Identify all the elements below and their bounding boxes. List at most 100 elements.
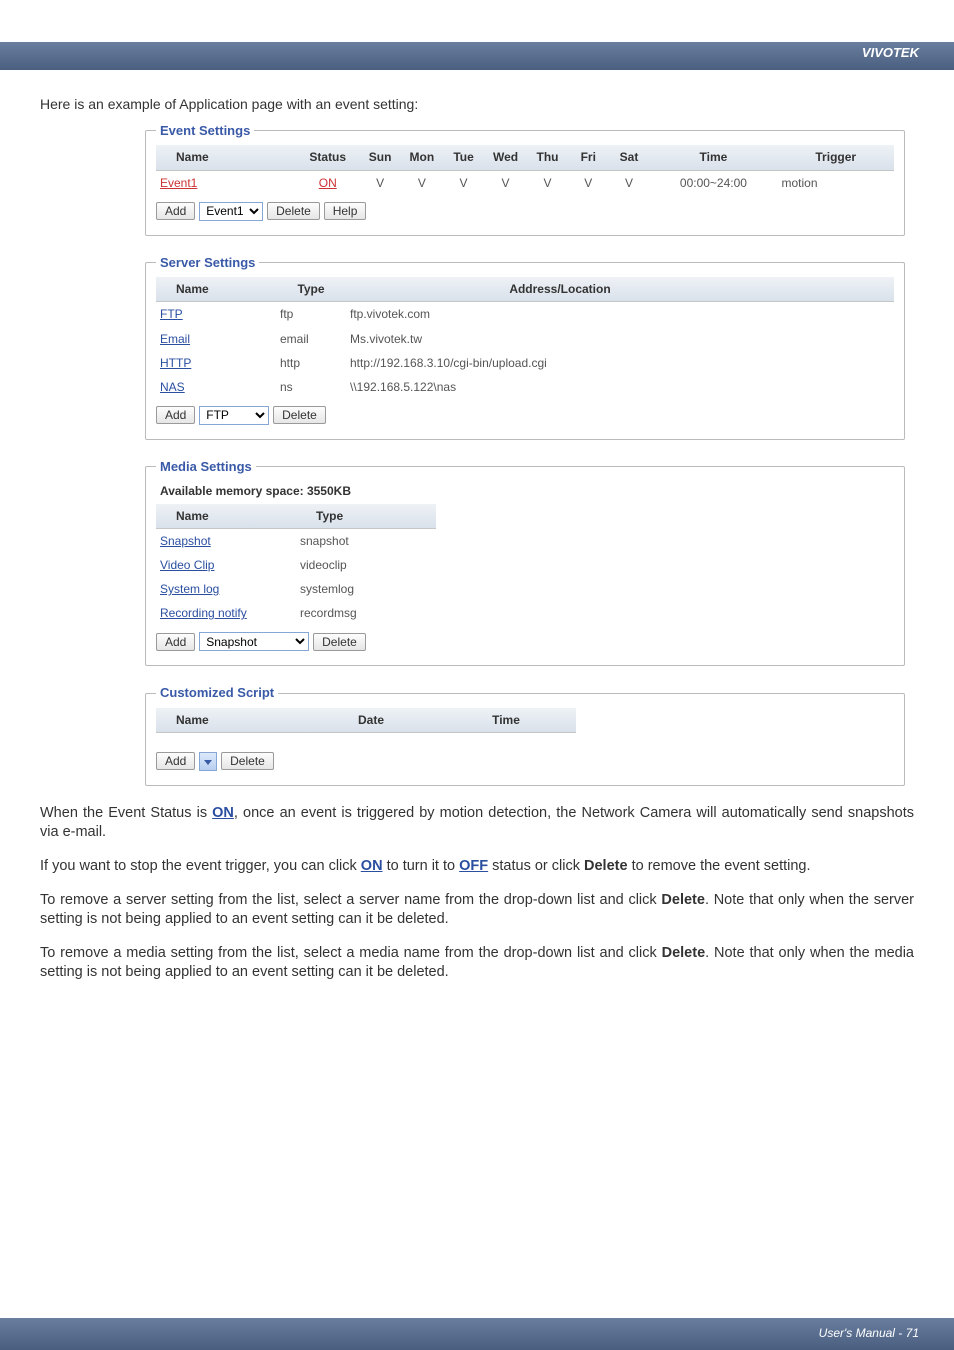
event-settings-fieldset: Event Settings Name Status Sun Mon Tue W… [145,122,905,236]
day-tue: V [443,170,484,195]
server-select[interactable]: FTP [199,406,269,425]
custom-script-legend: Customized Script [156,684,278,702]
media-row: Snapshot snapshot [156,528,436,553]
server-http-link[interactable]: HTTP [160,356,191,370]
event-help-button[interactable]: Help [324,202,367,220]
col-time: Time [649,145,777,170]
cs-delete-button[interactable]: Delete [221,752,274,770]
event-row: Event1 ON V V V V V V V 00:00~24:00 moti… [156,170,894,195]
col-trigger: Trigger [777,145,894,170]
intro-text: Here is an example of Application page w… [40,95,914,114]
day-mon: V [401,170,444,195]
server-row: Email email Ms.vivotek.tw [156,327,894,351]
event-select[interactable]: Event1 [199,202,263,221]
server-settings-legend: Server Settings [156,254,259,272]
brand-text: VIVOTEK [862,45,919,60]
media-memory-text: Available memory space: 3550KB [160,483,894,499]
col-wed: Wed [484,145,527,170]
server-add-button[interactable]: Add [156,406,195,424]
event-delete-button[interactable]: Delete [267,202,320,220]
day-thu: V [527,170,568,195]
media-snapshot-link[interactable]: Snapshot [160,534,211,548]
col-sun: Sun [360,145,401,170]
server-email-addr: Ms.vivotek.tw [346,327,774,351]
custom-script-fieldset: Customized Script Name Date Time Add Del… [145,684,905,786]
cs-add-button[interactable]: Add [156,752,195,770]
event-trigger: motion [777,170,894,195]
page-header: VIVOTEK [0,0,954,70]
col-fri: Fri [568,145,609,170]
server-col-type: Type [276,277,346,302]
col-mon: Mon [401,145,444,170]
media-row: System log systemlog [156,577,436,601]
server-email-link[interactable]: Email [160,332,190,346]
event-add-button[interactable]: Add [156,202,195,220]
media-delete-button[interactable]: Delete [313,633,366,651]
media-add-button[interactable]: Add [156,633,195,651]
custom-script-table: Name Date Time [156,708,576,733]
cs-select[interactable] [199,752,217,771]
server-http-addr: http://192.168.3.10/cgi-bin/upload.cgi [346,351,774,375]
event-table: Name Status Sun Mon Tue Wed Thu Fri Sat … [156,145,894,194]
paragraph-3: To remove a server setting from the list… [40,891,914,930]
media-videoclip-type: videoclip [296,553,436,577]
col-name: Name [156,145,296,170]
on-link: ON [212,805,234,821]
event-name-link[interactable]: Event1 [160,176,197,190]
server-table: Name Type Address/Location FTP ftp ftp.v… [156,277,894,399]
media-controls: Add Snapshot Delete [156,632,894,652]
media-row: Video Clip videoclip [156,553,436,577]
col-tue: Tue [443,145,484,170]
event-settings-legend: Event Settings [156,122,254,140]
day-wed: V [484,170,527,195]
media-settings-fieldset: Media Settings Available memory space: 3… [145,458,905,666]
day-fri: V [568,170,609,195]
server-settings-fieldset: Server Settings Name Type Address/Locati… [145,254,905,440]
server-ftp-type: ftp [276,302,346,327]
server-email-type: email [276,327,346,351]
day-sat: V [609,170,650,195]
event-controls: Add Event1 Delete Help [156,201,894,221]
server-col-addr: Address/Location [346,277,774,302]
footer-text: User's Manual - 71 [819,1326,919,1340]
col-sat: Sat [609,145,650,170]
server-nas-addr: \\192.168.5.122\nas [346,375,774,399]
media-recordmsg-type: recordmsg [296,601,436,625]
event-time: 00:00~24:00 [649,170,777,195]
server-nas-type: ns [276,375,346,399]
page-footer: User's Manual - 71 [0,1318,954,1350]
server-row: HTTP http http://192.168.3.10/cgi-bin/up… [156,351,894,375]
server-http-type: http [276,351,346,375]
media-systemlog-link[interactable]: System log [160,582,219,596]
server-delete-button[interactable]: Delete [273,406,326,424]
paragraph-2: If you want to stop the event trigger, y… [40,857,914,877]
media-snapshot-type: snapshot [296,528,436,553]
event-status-link[interactable]: ON [319,176,337,190]
server-row: FTP ftp ftp.vivotek.com [156,302,894,327]
page-content: Here is an example of Application page w… [0,70,954,983]
col-status: Status [296,145,360,170]
paragraph-4: To remove a media setting from the list,… [40,944,914,983]
media-recordmsg-link[interactable]: Recording notify [160,606,247,620]
off-link: OFF [459,858,488,874]
media-systemlog-type: systemlog [296,577,436,601]
server-nas-link[interactable]: NAS [160,380,185,394]
server-controls: Add FTP Delete [156,405,894,425]
server-row: NAS ns \\192.168.5.122\nas [156,375,894,399]
server-ftp-link[interactable]: FTP [160,307,183,321]
media-col-name: Name [156,504,296,529]
day-sun: V [360,170,401,195]
server-col-name: Name [156,277,276,302]
media-select[interactable]: Snapshot [199,632,309,651]
media-table: Name Type Snapshot snapshot Video Clip v… [156,504,436,626]
media-row: Recording notify recordmsg [156,601,436,625]
col-thu: Thu [527,145,568,170]
on-link: ON [361,858,383,874]
cs-col-name: Name [156,708,306,733]
media-videoclip-link[interactable]: Video Clip [160,558,214,572]
media-settings-legend: Media Settings [156,458,256,476]
media-col-type: Type [296,504,436,529]
delete-bold: Delete [584,858,628,874]
server-ftp-addr: ftp.vivotek.com [346,302,774,327]
cs-col-date: Date [306,708,436,733]
